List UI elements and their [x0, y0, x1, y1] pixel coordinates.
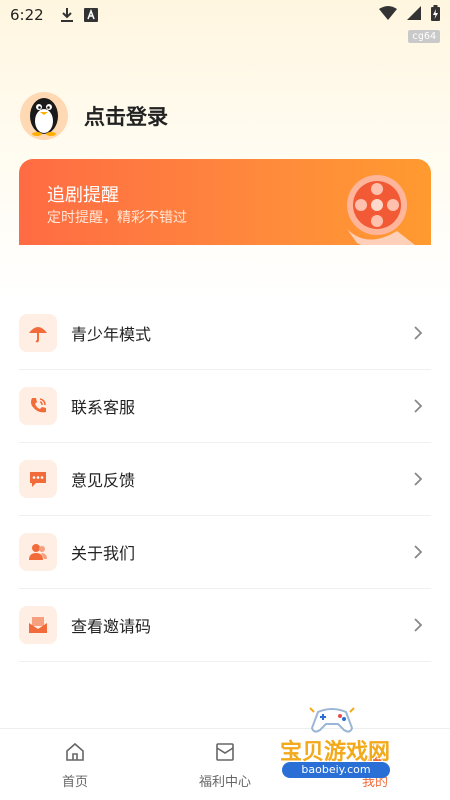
chevron-right-icon: [413, 617, 423, 637]
menu-item-about-us[interactable]: 关于我们: [19, 516, 431, 589]
a-badge-icon: [83, 8, 98, 22]
tab-label: 首页: [61, 775, 88, 790]
download-icon: [60, 7, 74, 23]
umbrella-icon: [19, 314, 57, 352]
menu-item-teen-mode[interactable]: 青少年模式: [19, 297, 431, 370]
chat-bubble-icon: [19, 460, 57, 498]
chevron-right-icon: [413, 325, 423, 345]
banner-subtitle: 定时提醒，精彩不错过: [47, 210, 187, 226]
watermark: 宝贝游戏网 baobeiy.com: [260, 704, 420, 794]
reminder-banner[interactable]: 追剧提醒 定时提醒，精彩不错过: [19, 159, 431, 245]
menu-item-invite-code[interactable]: 查看邀请码: [19, 589, 431, 662]
wifi-icon: [379, 6, 397, 24]
tab-home[interactable]: 首页: [0, 729, 150, 800]
menu-item-label: 青少年模式: [71, 325, 152, 344]
banner-title: 追剧提醒: [47, 185, 119, 206]
penguin-icon: [24, 92, 64, 140]
menu-item-label: 查看邀请码: [71, 617, 152, 636]
avatar[interactable]: [20, 92, 68, 140]
chevron-right-icon: [413, 544, 423, 564]
menu-item-feedback[interactable]: 意见反馈: [19, 443, 431, 516]
profile-header[interactable]: 点击登录: [20, 92, 168, 140]
users-icon: [19, 533, 57, 571]
status-bar: 6:22: [0, 0, 450, 30]
menu-item-label: 关于我们: [71, 544, 136, 563]
phone-icon: [19, 387, 57, 425]
chevron-right-icon: [413, 398, 423, 418]
home-icon: [64, 741, 86, 767]
menu-item-label: 意见反馈: [71, 471, 136, 490]
signal-icon: [407, 6, 421, 24]
envelope-icon: [19, 606, 57, 644]
chevron-right-icon: [413, 471, 423, 491]
menu-item-label: 联系客服: [71, 398, 136, 417]
status-tag: cg64: [407, 30, 440, 43]
settings-menu: 青少年模式 联系客服 意见反馈 关于我们 查看邀请码: [19, 297, 431, 662]
battery-icon: [431, 5, 440, 25]
menu-item-customer-service[interactable]: 联系客服: [19, 370, 431, 443]
gift-icon: [214, 741, 236, 767]
film-reel-icon: [327, 169, 423, 245]
login-label[interactable]: 点击登录: [84, 101, 168, 131]
status-time: 6:22: [10, 6, 44, 24]
header-background: [0, 0, 450, 300]
watermark-url: baobeiy.com: [282, 762, 390, 778]
tab-label: 福利中心: [198, 775, 251, 790]
